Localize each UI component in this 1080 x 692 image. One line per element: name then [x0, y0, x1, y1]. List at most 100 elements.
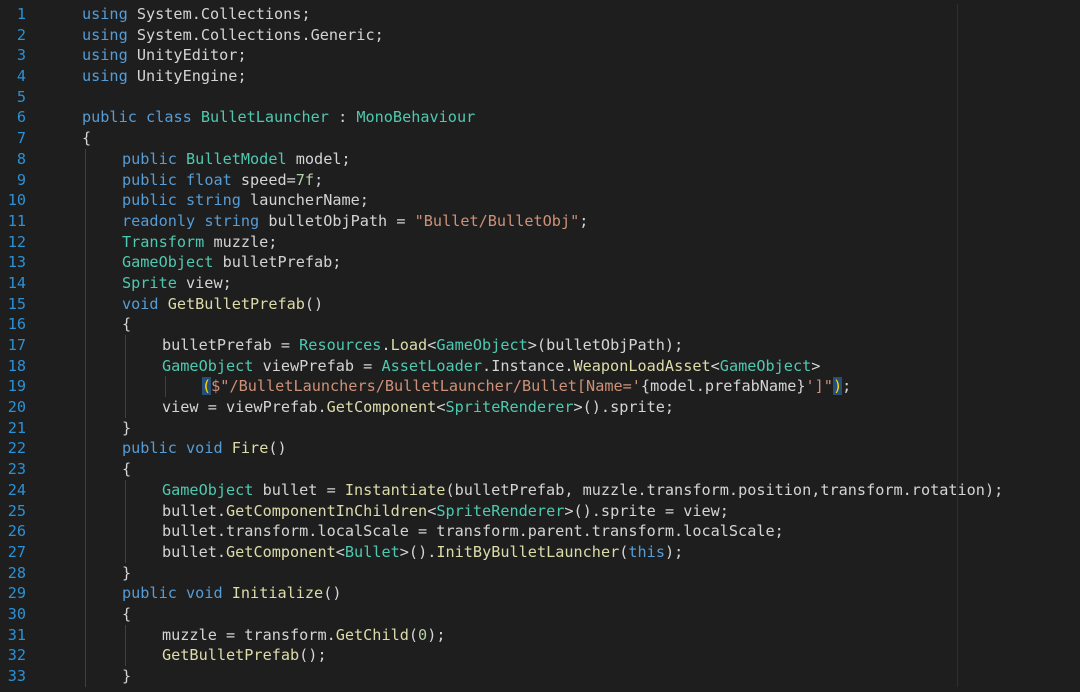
code-line[interactable]: bulletPrefab = Resources.Load<GameObject…	[82, 335, 1080, 356]
code-token-type: MonoBehaviour	[356, 108, 476, 127]
code-area[interactable]: using System.Collections; using System.Co…	[82, 4, 1080, 687]
code-line[interactable]: readonly string bulletObjPath = "Bullet/…	[82, 210, 1080, 232]
code-token-ident	[195, 212, 204, 230]
code-token-method: WeaponLoadAsset	[573, 356, 711, 375]
indent-guide	[85, 335, 86, 356]
code-line[interactable]: public float speed=7f;	[82, 169, 1080, 191]
code-token-keyword: public	[122, 584, 177, 603]
code-token-keyword: using	[82, 67, 128, 86]
indent-guide	[125, 521, 126, 542]
code-token-ident: viewPrefab =	[253, 356, 382, 375]
code-line[interactable]: Sprite view;	[82, 272, 1080, 294]
code-token-ident: UnityEngine;	[127, 67, 247, 86]
code-line[interactable]: using System.Collections;	[82, 4, 1080, 25]
line-number: 12	[7, 232, 26, 251]
code-line[interactable]: {	[82, 459, 1080, 480]
code-token-ident: {	[122, 604, 132, 623]
code-token-keyword: float	[186, 170, 232, 189]
code-line[interactable]: GameObject bullet = Instantiate(bulletPr…	[82, 479, 1080, 501]
code-line[interactable]: bullet.transform.localScale = transform.…	[82, 521, 1080, 542]
code-line[interactable]: muzzle = transform.GetChild(0);	[82, 624, 1080, 646]
code-token-method: Instantiate	[344, 480, 446, 499]
code-token-type: GameObject	[719, 356, 812, 375]
code-token-ident: model;	[286, 149, 351, 168]
code-line[interactable]: {	[82, 603, 1080, 625]
code-line[interactable]	[82, 87, 1080, 108]
code-line[interactable]: using System.Collections.Generic;	[82, 25, 1080, 46]
code-line[interactable]: void GetBulletPrefab()	[82, 293, 1080, 315]
code-editor[interactable]: 1 2 3 4 5 6 7 8 9 10 11 12 13 14 15 16 17 18 19 20 21 22 23 24 2…	[0, 0, 1080, 692]
code-token-keyword: public	[122, 149, 177, 168]
code-line[interactable]: public string launcherName;	[82, 190, 1080, 211]
indent-guide	[85, 417, 86, 439]
indent-guide	[85, 459, 86, 480]
code-line[interactable]: using UnityEngine;	[82, 66, 1080, 87]
indent-guide	[85, 210, 86, 232]
code-line[interactable]: view = viewPrefab.GetComponent<SpriteRen…	[82, 397, 1080, 418]
indent-guide	[85, 252, 86, 273]
code-token-type: GameObject	[122, 253, 214, 272]
code-token-type: GameObject	[162, 480, 254, 499]
code-token-ident	[159, 295, 168, 313]
line-number: 14	[7, 273, 26, 292]
code-token-keyword: this	[628, 542, 665, 561]
code-line[interactable]: }	[82, 666, 1080, 687]
line-number: 3	[16, 46, 26, 65]
code-token-ident: }	[122, 667, 132, 685]
code-token-ident: muzzle;	[204, 232, 278, 251]
code-token-string: ']"	[805, 377, 833, 396]
code-token-keyword: public	[122, 170, 177, 189]
code-line[interactable]: }	[82, 417, 1080, 439]
line-number: 7	[16, 129, 26, 148]
code-line[interactable]: public BulletModel model;	[82, 148, 1080, 170]
indent-guide	[85, 148, 86, 170]
code-token-string: $"/BulletLaunchers/BulletLauncher/Bullet…	[211, 377, 641, 396]
code-line[interactable]: GameObject bulletPrefab;	[82, 252, 1080, 273]
code-token-ident	[192, 108, 201, 126]
code-line[interactable]: {	[82, 314, 1080, 335]
code-line[interactable]: ($"/BulletLaunchers/BulletLauncher/Bulle…	[82, 376, 1080, 398]
code-line[interactable]: }	[82, 562, 1080, 584]
code-token-ident: }	[122, 418, 132, 437]
code-token-ident: (bulletPrefab, muzzle.transform.position…	[445, 480, 1004, 499]
code-line[interactable]: bullet.GetComponent<Bullet>().InitByBull…	[82, 541, 1080, 563]
code-token-keyword: public	[82, 108, 137, 127]
code-token-ident: bulletPrefab;	[213, 253, 342, 272]
code-token-ident: .	[381, 336, 391, 354]
line-number: 9	[16, 170, 26, 189]
line-number: 18	[7, 356, 26, 375]
indent-guide	[85, 376, 86, 398]
code-token-ident: bullet.transform.localScale = transform.…	[162, 522, 784, 541]
line-number: 20	[7, 398, 26, 417]
code-token-type: GameObject	[162, 356, 254, 375]
code-token-type: SpriteRenderer	[445, 398, 574, 417]
code-line[interactable]: public class BulletLauncher : MonoBehavi…	[82, 107, 1080, 128]
code-token-type: Resources	[299, 336, 382, 354]
code-line[interactable]: GetBulletPrefab();	[82, 645, 1080, 666]
code-token-ident: >().	[399, 542, 437, 561]
line-number: 8	[16, 149, 26, 168]
code-line[interactable]: public void Fire()	[82, 438, 1080, 460]
code-token-number: 0	[418, 625, 428, 644]
line-number: 4	[16, 67, 26, 86]
indent-guide	[125, 624, 126, 646]
indent-guide	[125, 376, 126, 398]
code-token-number: 7f	[295, 170, 315, 189]
line-number: 23	[7, 460, 26, 479]
code-line[interactable]: using UnityEditor;	[82, 45, 1080, 66]
line-number: 22	[7, 439, 26, 458]
code-line[interactable]: public void Initialize()	[82, 583, 1080, 604]
code-token-keyword: string	[186, 191, 241, 210]
line-number: 33	[7, 667, 26, 685]
code-token-ident: {	[122, 460, 132, 479]
code-line[interactable]: Transform muzzle;	[82, 231, 1080, 253]
indent-guide	[85, 500, 86, 522]
code-token-keyword: public	[122, 439, 177, 458]
code-token-method: GetBulletPrefab	[162, 646, 300, 665]
code-line[interactable]: bullet.GetComponentInChildren<SpriteRend…	[82, 500, 1080, 522]
line-number: 2	[16, 25, 26, 44]
code-line[interactable]: GameObject viewPrefab = AssetLoader.Inst…	[82, 355, 1080, 377]
code-token-type: SpriteRenderer	[436, 501, 565, 520]
code-line[interactable]: {	[82, 128, 1080, 149]
code-token-ident	[177, 584, 186, 602]
